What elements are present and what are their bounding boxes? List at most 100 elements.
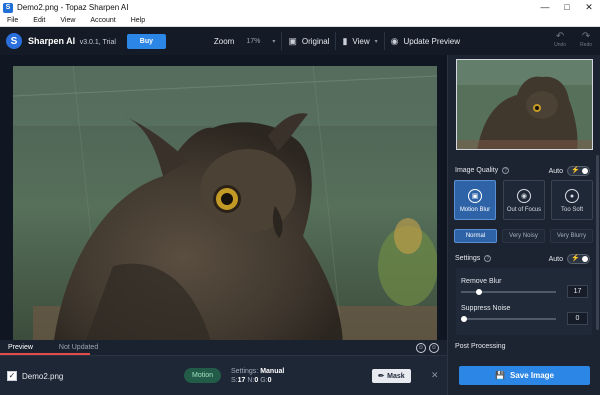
slider-thumb[interactable] xyxy=(461,316,467,322)
mode-badge[interactable]: Motion xyxy=(184,368,221,383)
post-processing-header[interactable]: Post Processing xyxy=(455,343,506,350)
undo-button[interactable]: ↶ Undo xyxy=(554,31,566,48)
maximize-button[interactable]: □ xyxy=(556,0,578,15)
sharpen-logo-icon: S xyxy=(6,33,22,49)
mode-label: Too Soft xyxy=(560,207,583,213)
toolbar-divider xyxy=(281,32,283,50)
chevron-down-icon: ▾ xyxy=(272,38,276,45)
mode-label: Out of Focus xyxy=(506,207,542,213)
toolbar: S Sharpen AI v3.0.1, Trial Buy Zoom 17% … xyxy=(0,27,600,55)
window-titlebar: S Demo2.png - Topaz Sharpen AI — □ ✕ xyxy=(0,0,600,15)
camera-motion-icon: ▣ xyxy=(468,189,482,203)
menu-bar: File Edit View Account Help xyxy=(0,15,600,27)
settings-summary: Settings: Manual S:17 N:0 G:0 xyxy=(231,367,284,385)
g-value: 0 xyxy=(267,377,272,384)
undo-redo-group: ↶ Undo ↷ Redo xyxy=(554,31,592,48)
mode-motion-blur[interactable]: ▣ Motion Blur xyxy=(454,180,496,220)
buy-button[interactable]: Buy xyxy=(126,33,166,49)
face-icons: ☺ ☺ xyxy=(416,343,439,353)
owl-image xyxy=(13,66,437,348)
mask-button[interactable]: ✏ Mask xyxy=(372,369,411,383)
save-image-button[interactable]: 💾 Save Image xyxy=(459,366,590,385)
minimize-button[interactable]: — xyxy=(534,0,556,15)
brand-name: Sharpen AI v3.0.1, Trial xyxy=(28,36,116,46)
suppress-noise-label: Suppress Noise xyxy=(461,305,511,312)
g-label: G: xyxy=(260,377,268,384)
tab-preview[interactable]: Preview xyxy=(0,344,41,351)
remove-file-icon[interactable]: ✕ xyxy=(431,370,439,381)
help-icon[interactable]: ? xyxy=(502,167,510,174)
toolbar-divider xyxy=(335,32,337,50)
mode-out-of-focus[interactable]: ◉ Out of Focus xyxy=(503,180,545,220)
redo-button[interactable]: ↷ Redo xyxy=(580,31,592,48)
chevron-down-icon: ▾ xyxy=(374,38,378,45)
suppress-noise-value[interactable]: 0 xyxy=(567,312,588,325)
remove-blur-label: Remove Blur xyxy=(461,278,502,285)
view-layout-icon: ▮ xyxy=(342,35,348,46)
version-text: v3.0.1, Trial xyxy=(79,39,116,46)
zoom-value[interactable]: 17% xyxy=(246,38,260,45)
file-bar: ✓ Demo2.png Motion Settings: Manual S:17… xyxy=(0,355,447,395)
menu-view[interactable]: View xyxy=(60,17,75,24)
remove-blur-value[interactable]: 17 xyxy=(567,285,588,298)
redo-label: Redo xyxy=(580,42,592,48)
variant-very-noisy[interactable]: Very Noisy xyxy=(502,229,545,243)
save-icon: 💾 xyxy=(495,371,505,380)
owl-photo[interactable] xyxy=(13,66,437,348)
redo-icon: ↷ xyxy=(581,31,591,42)
variant-very-blurry[interactable]: Very Blurry xyxy=(550,229,593,243)
panel-scrollbar[interactable] xyxy=(596,155,599,330)
image-icon: ▣ xyxy=(288,35,297,46)
settings-auto: Auto ⚡ xyxy=(549,254,590,264)
mode-too-soft[interactable]: ● Too Soft xyxy=(551,180,593,220)
mode-label: Motion Blur xyxy=(459,207,491,213)
close-button[interactable]: ✕ xyxy=(578,0,600,15)
face-detect-icon[interactable]: ☺ xyxy=(416,343,426,353)
slider-thumb[interactable] xyxy=(476,289,483,295)
preview-tabs: Preview Not Updated ☺ ☺ xyxy=(0,340,447,355)
variant-normal[interactable]: Normal xyxy=(454,229,497,243)
app-icon: S xyxy=(3,2,13,13)
auto-toggle[interactable]: ⚡ xyxy=(567,166,590,176)
menu-file[interactable]: File xyxy=(7,17,18,24)
image-quality-title: Image Quality xyxy=(455,167,499,174)
settings-values: S:17 N:0 G:0 xyxy=(231,376,284,385)
settings-line: Settings: Manual xyxy=(231,367,284,376)
update-preview-label: Update Preview xyxy=(403,36,460,46)
thumbnail-image xyxy=(457,60,592,149)
settings-value: Manual xyxy=(260,368,285,375)
original-button[interactable]: ▣ Original xyxy=(288,36,329,47)
original-label: Original xyxy=(301,36,330,46)
auto-label: Auto xyxy=(548,167,563,175)
auto-toggle[interactable]: ⚡ xyxy=(567,254,590,264)
menu-account[interactable]: Account xyxy=(90,17,115,24)
zoom-control[interactable]: Zoom 17% ▾ xyxy=(214,37,275,46)
view-label: View xyxy=(352,36,370,46)
bolt-icon: ⚡ xyxy=(571,255,580,262)
settings-sliders: Remove Blur 17 Suppress Noise 0 xyxy=(456,268,592,335)
file-checkbox[interactable]: ✓ xyxy=(7,371,17,381)
undo-icon: ↶ xyxy=(555,31,565,42)
suppress-noise-slider[interactable] xyxy=(461,316,556,322)
bolt-icon: ⚡ xyxy=(571,167,580,174)
brush-icon: ✏ xyxy=(378,373,385,380)
window-title: Demo2.png - Topaz Sharpen AI xyxy=(17,3,129,12)
menu-edit[interactable]: Edit xyxy=(33,17,45,24)
toolbar-divider xyxy=(383,32,385,50)
auto-label: Auto xyxy=(548,255,563,263)
mask-label: Mask xyxy=(387,372,405,380)
s-value: 17 xyxy=(237,377,246,384)
file-name: Demo2.png xyxy=(22,372,64,381)
update-preview-button[interactable]: ◉ Update Preview xyxy=(391,36,460,47)
person-focus-icon: ◉ xyxy=(517,189,531,203)
remove-blur-slider[interactable] xyxy=(461,289,556,295)
preview-status: Not Updated xyxy=(58,344,99,351)
settings-title: Settings xyxy=(455,255,481,262)
zoom-label: Zoom xyxy=(213,36,235,46)
view-button[interactable]: ▮ View ▾ xyxy=(342,36,377,47)
face-settings-icon[interactable]: ☺ xyxy=(429,343,439,353)
navigator-thumbnail[interactable] xyxy=(456,59,593,150)
menu-help[interactable]: Help xyxy=(131,17,145,24)
help-icon[interactable]: ? xyxy=(484,255,492,262)
canvas-area[interactable] xyxy=(0,55,447,355)
